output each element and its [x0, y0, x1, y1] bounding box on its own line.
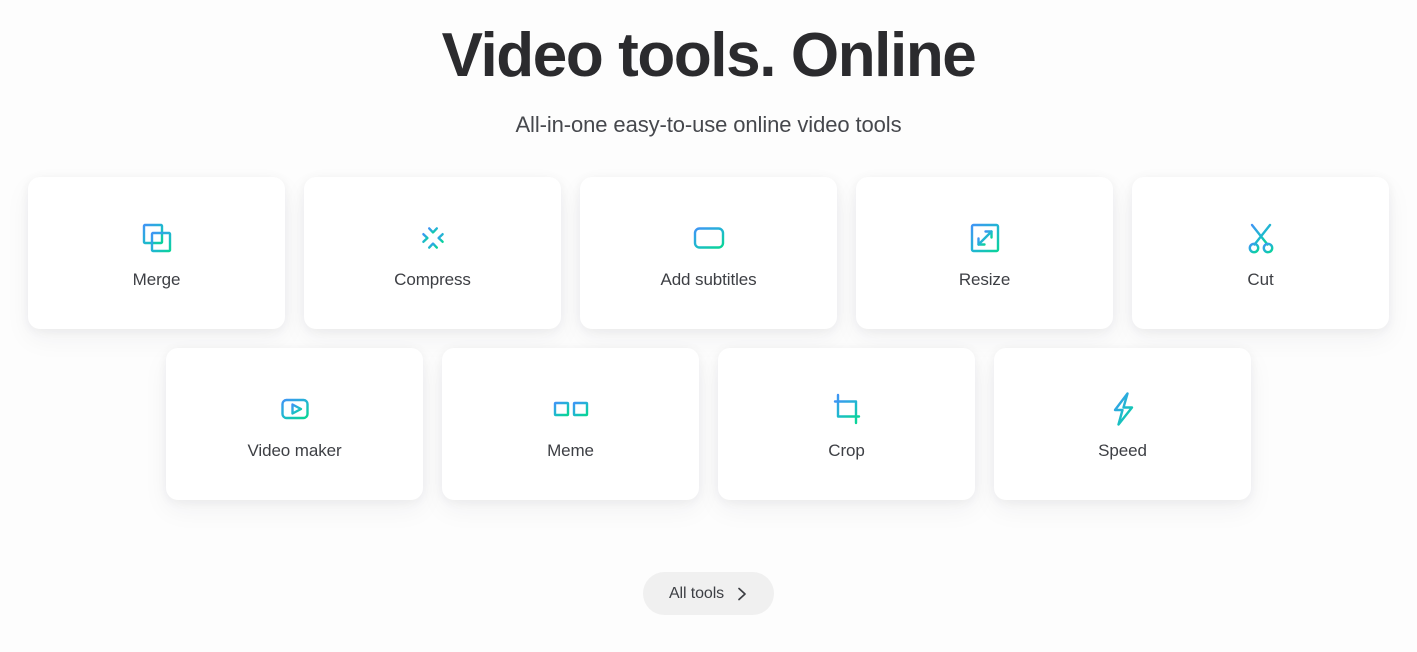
tools-grid: Merge Compress Add subtitles Resize Cut …: [0, 177, 1417, 500]
tool-label: Add subtitles: [660, 269, 757, 289]
page-subtitle: All-in-one easy-to-use online video tool…: [515, 112, 902, 137]
tool-label: Resize: [958, 269, 1011, 289]
crop-icon: [825, 387, 869, 431]
tool-card-merge[interactable]: Merge: [28, 177, 285, 329]
tool-label: Crop: [828, 440, 865, 460]
tool-label: Cut: [1247, 269, 1274, 289]
tool-card-speed[interactable]: Speed: [994, 348, 1251, 500]
tool-label: Merge: [132, 269, 181, 289]
tool-label: Compress: [394, 269, 471, 289]
all-tools-button[interactable]: All tools: [642, 572, 775, 615]
resize-icon: [963, 216, 1007, 260]
play-box-icon: [273, 387, 317, 431]
tool-label: Meme: [547, 440, 594, 460]
subtitles-icon: [687, 216, 731, 260]
tool-label: Speed: [1098, 440, 1147, 460]
tool-card-crop[interactable]: Crop: [718, 348, 975, 500]
meme-frames-icon: [548, 387, 593, 431]
tool-card-resize[interactable]: Resize: [856, 177, 1113, 329]
page-title: Video tools. Online: [441, 21, 977, 90]
tool-label: Video maker: [247, 440, 342, 460]
video-tools-landing-page: Video tools. Online All-in-one easy-to-u…: [0, 0, 1417, 652]
chevron-right-icon: [736, 586, 748, 602]
tool-card-meme[interactable]: Meme: [442, 348, 699, 500]
tool-card-compress[interactable]: Compress: [304, 177, 561, 329]
tools-row-2: Video maker Meme Crop Speed: [0, 348, 1417, 500]
merge-icon: [135, 216, 179, 260]
tools-row-1: Merge Compress Add subtitles Resize Cut: [0, 177, 1417, 329]
all-tools-container: All tools: [0, 572, 1417, 615]
tool-card-video-maker[interactable]: Video maker: [166, 348, 423, 500]
compress-icon: [411, 216, 455, 260]
tool-card-add-subtitles[interactable]: Add subtitles: [580, 177, 837, 329]
all-tools-label: All tools: [668, 584, 725, 602]
scissors-icon: [1239, 216, 1283, 260]
lightning-bolt-icon: [1101, 387, 1145, 431]
tool-card-cut[interactable]: Cut: [1132, 177, 1389, 329]
